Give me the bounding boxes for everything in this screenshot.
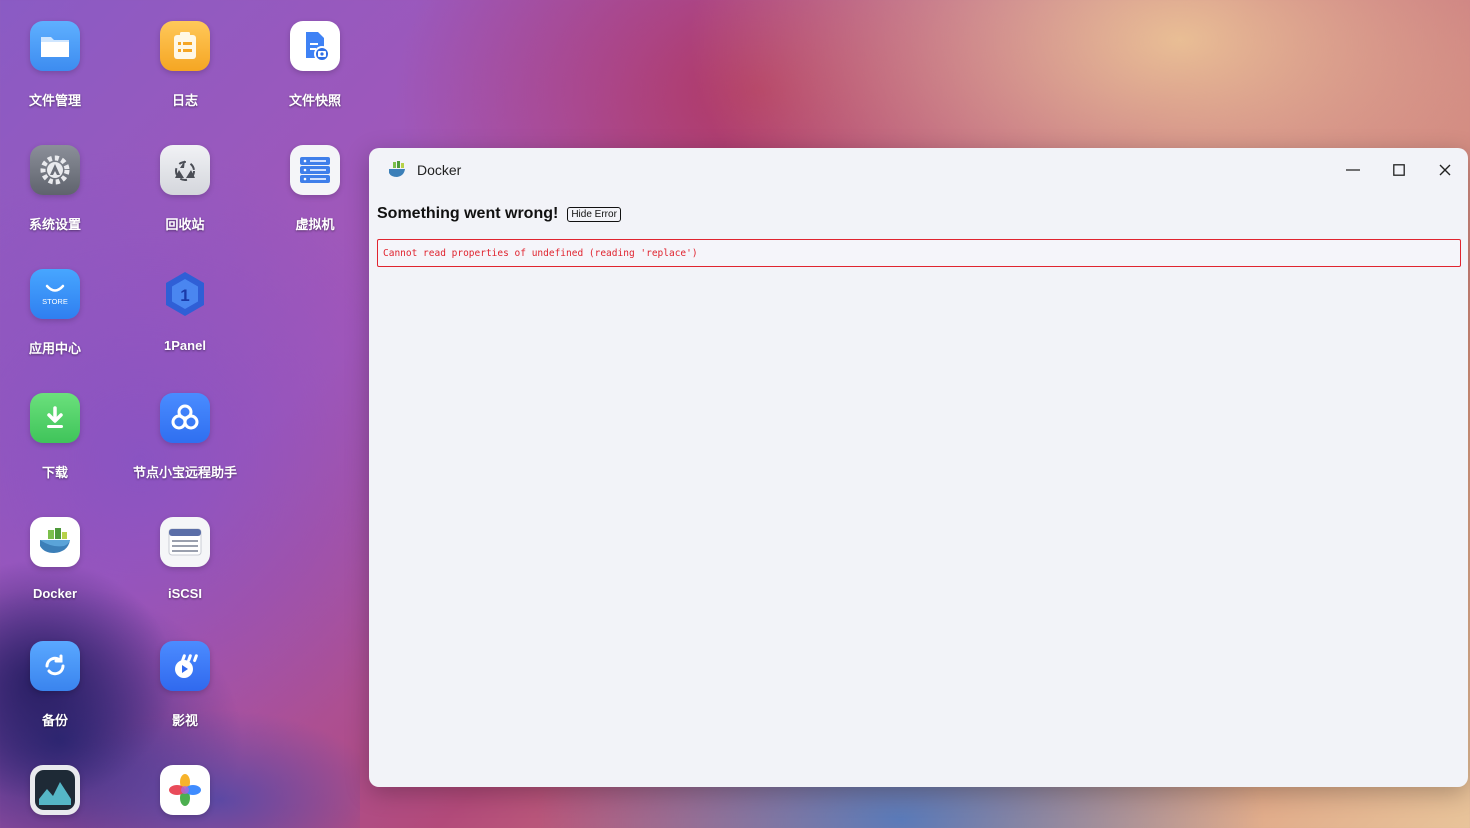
desktop-icon-label: 1Panel: [164, 338, 206, 353]
desktop-icon-label: 系统设置: [28, 217, 81, 232]
recycle-bin-icon: [160, 145, 210, 195]
virtual-machine-icon: [290, 145, 340, 195]
desktop-icon-video[interactable]: 影视: [120, 641, 250, 729]
desktop-icon-backup[interactable]: 备份: [0, 641, 120, 729]
desktop-icon-file-snapshot[interactable]: 文件快照: [250, 21, 380, 109]
desktop-icon-label: 日志: [171, 93, 198, 108]
desktop-icon-label: 应用中心: [28, 341, 81, 356]
window-title: Docker: [417, 162, 462, 178]
iscsi-icon: [160, 517, 210, 567]
svg-text:STORE: STORE: [42, 297, 68, 306]
maximize-button[interactable]: [1376, 148, 1422, 192]
hide-error-button[interactable]: Hide Error: [567, 206, 621, 222]
desktop-icon-monitor[interactable]: [0, 765, 120, 815]
maximize-icon: [1393, 164, 1405, 176]
minimize-icon: [1346, 169, 1360, 171]
desktop-icon-app-center[interactable]: STORE 应用中心: [0, 269, 120, 357]
desktop-icon-1panel[interactable]: 1 1Panel: [120, 269, 250, 353]
photos-icon: [160, 765, 210, 815]
desktop-icon-file-manager[interactable]: 文件管理: [0, 21, 120, 109]
desktop-icon-label: 下载: [41, 465, 68, 480]
desktop-icon-docker[interactable]: Docker: [0, 517, 120, 601]
log-icon: [160, 21, 210, 71]
desktop-icon-label: 虚拟机: [295, 217, 335, 232]
error-title: Something went wrong!: [377, 205, 559, 222]
error-message-box: Cannot read properties of undefined (rea…: [377, 239, 1461, 267]
close-button[interactable]: [1422, 148, 1468, 192]
desktop-icon-label: Docker: [32, 586, 78, 601]
desktop-icon-label: 备份: [41, 713, 68, 728]
close-icon: [1439, 164, 1451, 176]
1panel-icon: 1: [160, 269, 210, 319]
gear-icon: [30, 145, 80, 195]
download-icon: [30, 393, 80, 443]
folder-icon: [30, 21, 80, 71]
desktop-icon-log[interactable]: 日志: [120, 21, 250, 109]
desktop-icon-system-settings[interactable]: 系统设置: [0, 145, 120, 233]
desktop-icon-label: 文件快照: [288, 93, 341, 108]
minimize-button[interactable]: [1330, 148, 1376, 192]
backup-icon: [30, 641, 80, 691]
docker-icon: [30, 517, 80, 567]
desktop-icon-photos[interactable]: [120, 765, 250, 815]
desktop-icon-recycle-bin[interactable]: 回收站: [120, 145, 250, 233]
file-snapshot-icon: [290, 21, 340, 71]
error-message: Cannot read properties of undefined (rea…: [383, 247, 698, 259]
remote-helper-icon: [160, 393, 210, 443]
error-header: Something went wrong! Hide Error: [377, 205, 1468, 223]
window-titlebar[interactable]: Docker: [369, 148, 1468, 192]
docker-window: Docker Something went wrong! Hide Error …: [369, 148, 1468, 787]
store-icon: STORE: [30, 269, 80, 319]
desktop-icon-iscsi[interactable]: iSCSI: [120, 517, 250, 601]
desktop-icon-label: 回收站: [165, 217, 205, 232]
desktop-icon-remote-helper[interactable]: 节点小宝远程助手: [120, 393, 250, 481]
desktop-icon-label: 节点小宝远程助手: [132, 465, 237, 480]
desktop-icon-label: iSCSI: [168, 586, 202, 601]
docker-app-icon: [389, 161, 405, 177]
desktop-icon-label: 影视: [171, 713, 198, 728]
video-icon: [160, 641, 210, 691]
desktop-icon-download[interactable]: 下载: [0, 393, 120, 481]
svg-text:1: 1: [180, 286, 189, 305]
desktop-icon-virtual-machine[interactable]: 虚拟机: [250, 145, 380, 233]
monitor-icon: [30, 765, 80, 815]
window-controls: [1330, 148, 1468, 192]
desktop-icon-label: 文件管理: [28, 93, 81, 108]
